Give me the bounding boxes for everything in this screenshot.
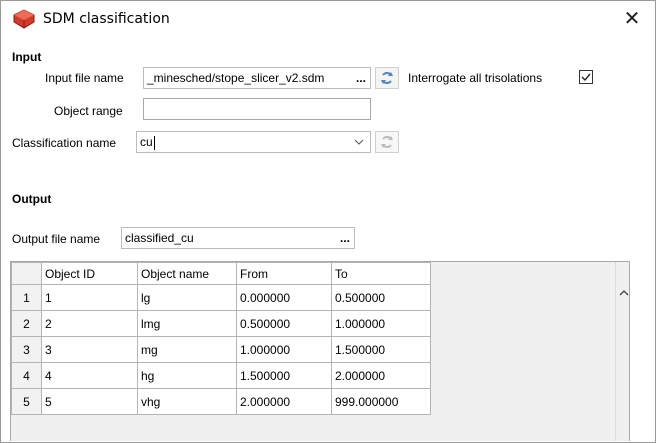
input-file-field[interactable]: _minesched/stope_slicer_v2.sdm ... [143,67,371,89]
cell-to[interactable]: 1.000000 [331,310,431,337]
cell-from[interactable]: 1.000000 [236,336,332,363]
table-vertical-scrollbar[interactable] [615,262,629,441]
title-bar[interactable]: SDM classification ✕ [1,1,655,37]
close-icon[interactable]: ✕ [619,7,645,31]
cell-from[interactable]: 1.500000 [236,362,332,389]
row-number[interactable]: 5 [11,388,42,415]
row-number[interactable]: 1 [11,284,42,311]
cell-object-id[interactable]: 5 [41,388,138,415]
object-range-input[interactable] [143,98,371,120]
cell-from[interactable]: 0.500000 [236,310,332,337]
output-section-heading: Output [12,192,52,206]
dialog-body: Input Input file name _minesched/stope_s… [10,45,646,442]
row-number-header [11,262,42,285]
column-header-object-id[interactable]: Object ID [41,262,138,285]
cell-object-name[interactable]: lmg [137,310,237,337]
column-header-from[interactable]: From [236,262,332,285]
input-file-browse-button[interactable]: ... [356,68,366,88]
refresh-icon [381,136,393,148]
input-file-label: Input file name [45,71,124,85]
table-row[interactable]: 5 5 vhg 2.000000 999.000000 [11,388,431,415]
classification-name-value: cu [140,135,153,149]
cell-from[interactable]: 0.000000 [236,284,332,311]
cell-object-name[interactable]: lg [137,284,237,311]
output-file-value: classified_cu [125,231,194,245]
classification-table: Object ID Object name From To 1 1 lg 0.0… [10,261,630,441]
window-title: SDM classification [43,11,170,27]
interrogate-label: Interrogate all trisolations [408,71,543,85]
cell-object-name[interactable]: hg [137,362,237,389]
scroll-up-icon[interactable] [616,286,629,302]
input-section-heading: Input [12,50,42,64]
column-header-object-name[interactable]: Object name [137,262,237,285]
table-header-row: Object ID Object name From To [11,262,431,285]
table-row[interactable]: 1 1 lg 0.000000 0.500000 [11,284,431,311]
object-range-label: Object range [54,104,123,118]
cell-object-id[interactable]: 2 [41,310,138,337]
input-file-refresh-button[interactable] [375,67,399,89]
classification-refresh-button[interactable] [375,131,399,153]
row-number[interactable]: 2 [11,310,42,337]
cell-to[interactable]: 999.000000 [331,388,431,415]
output-file-label: Output file name [12,232,101,246]
output-file-browse-button[interactable]: ... [340,228,350,248]
classification-name-label: Classification name [12,136,117,150]
row-number[interactable]: 4 [11,362,42,389]
table-row[interactable]: 2 2 lmg 0.500000 1.000000 [11,310,431,337]
cell-to[interactable]: 0.500000 [331,284,431,311]
output-file-field[interactable]: classified_cu ... [121,227,355,249]
input-file-value: _minesched/stope_slicer_v2.sdm [147,71,325,85]
column-header-to[interactable]: To [331,262,431,285]
cell-to[interactable]: 2.000000 [331,362,431,389]
refresh-icon [381,72,393,84]
cell-to[interactable]: 1.500000 [331,336,431,363]
cell-from[interactable]: 2.000000 [236,388,332,415]
row-number[interactable]: 3 [11,336,42,363]
cell-object-name[interactable]: vhg [137,388,237,415]
classification-grid: Object ID Object name From To 1 1 lg 0.0… [11,262,431,415]
sdm-app-icon [13,9,35,29]
checkmark-icon [581,73,591,82]
chevron-down-icon[interactable] [354,132,364,152]
cell-object-id[interactable]: 4 [41,362,138,389]
cell-object-id[interactable]: 3 [41,336,138,363]
table-row[interactable]: 4 4 hg 1.500000 2.000000 [11,362,431,389]
table-row[interactable]: 3 3 mg 1.000000 1.500000 [11,336,431,363]
cell-object-name[interactable]: mg [137,336,237,363]
classification-name-select[interactable]: cu [136,131,371,153]
interrogate-checkbox[interactable] [579,70,593,84]
sdm-classification-dialog: SDM classification ✕ Input Input file na… [0,0,656,443]
cell-object-id[interactable]: 1 [41,284,138,311]
